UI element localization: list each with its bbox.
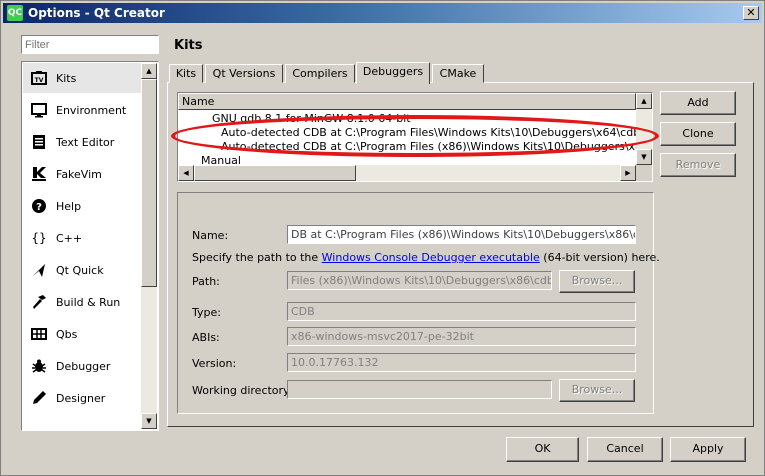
sidebar-item-help[interactable]: ? Help (23, 191, 141, 221)
kits-icon: TV (31, 70, 47, 86)
name-field[interactable]: DB at C:\Program Files (x86)\Windows Kit… (287, 225, 636, 244)
sidebar-item-label: C++ (56, 232, 83, 245)
scrollbar-thumb[interactable] (141, 79, 157, 287)
working-directory-label: Working directory: (192, 384, 293, 397)
type-label: Type: (192, 306, 221, 319)
sidebar-item-designer[interactable]: Designer (23, 383, 141, 413)
sidebar-item-label: Qbs (56, 328, 78, 341)
category-list: TV Kits Environment Text Editor FakeVim … (21, 61, 159, 431)
column-header-name[interactable]: Name (178, 93, 636, 110)
qbs-icon (31, 326, 47, 342)
partially-visible-icon (31, 422, 47, 430)
abis-label: ABIs: (192, 331, 220, 344)
sidebar-item-text-editor[interactable]: Text Editor (23, 127, 141, 157)
tree-row[interactable]: GNU gdb 8.1 for MinGW 8.1.0 64-bit (212, 112, 411, 125)
sidebar-item-environment[interactable]: Environment (23, 95, 141, 125)
help-icon: ? (31, 198, 47, 214)
scroll-right-icon[interactable]: ▶ (620, 165, 636, 181)
working-directory-field[interactable] (287, 380, 552, 399)
path-browse-button[interactable]: Browse... (559, 270, 635, 293)
close-icon[interactable]: ✕ (743, 6, 759, 20)
add-button[interactable]: Add (660, 91, 736, 115)
scroll-corner (636, 165, 652, 181)
qt-quick-icon (31, 262, 47, 278)
sidebar-item-partial[interactable] (23, 415, 141, 430)
sidebar-scrollbar[interactable]: ▲ ▼ (141, 63, 157, 429)
sidebar-item-kits[interactable]: TV Kits (23, 63, 141, 93)
fakevim-icon (31, 166, 47, 182)
apply-button[interactable]: Apply (670, 437, 746, 462)
tree-row[interactable]: Auto-detected CDB at C:\Program Files (x… (221, 140, 652, 153)
filter-input[interactable] (21, 35, 159, 54)
scroll-left-icon[interactable]: ◀ (178, 165, 194, 181)
sidebar-item-label: FakeVim (56, 168, 102, 181)
pen-icon (31, 390, 47, 406)
tab-kits[interactable]: Kits (169, 64, 203, 83)
svg-text:TV: TV (35, 77, 44, 84)
svg-text:?: ? (36, 202, 42, 213)
scrollbar-thumb[interactable] (194, 165, 356, 181)
window-title: Options - Qt Creator (28, 6, 165, 20)
tree-vertical-scrollbar[interactable]: ▲ ▼ (636, 93, 652, 165)
page-title: Kits (174, 38, 203, 53)
sidebar-item-qt-quick[interactable]: Qt Quick (23, 255, 141, 285)
sidebar-item-label: Kits (56, 72, 77, 85)
tree-horizontal-scrollbar[interactable]: ◀ ▶ (178, 165, 636, 181)
title-bar: QC Options - Qt Creator ✕ (3, 3, 762, 23)
sidebar-item-fakevim[interactable]: FakeVim (23, 159, 141, 189)
abis-field: x86-windows-msvc2017-pe-32bit (287, 327, 636, 346)
sidebar-item-label: Build & Run (56, 296, 121, 309)
tree-row[interactable]: Auto-detected CDB at C:\Program Files\Wi… (221, 126, 652, 139)
sidebar-item-debugger[interactable]: Debugger (23, 351, 141, 381)
type-field: CDB (287, 302, 636, 321)
sidebar-item-build-run[interactable]: Build & Run (23, 287, 141, 317)
ok-button[interactable]: OK (506, 437, 579, 462)
scroll-down-icon[interactable]: ▼ (141, 413, 157, 429)
path-label: Path: (192, 275, 220, 288)
version-label: Version: (192, 357, 237, 370)
qt-creator-app-icon: QC (7, 5, 23, 21)
tab-compilers[interactable]: Compilers (285, 64, 355, 83)
sidebar-item-cpp[interactable]: {} C++ (23, 223, 141, 253)
path-hint-prefix: Specify the path to the (192, 251, 319, 264)
scroll-down-icon[interactable]: ▼ (636, 149, 652, 165)
scroll-up-icon[interactable]: ▲ (636, 93, 652, 109)
sidebar-item-label: Debugger (56, 360, 111, 373)
cpp-icon: {} (31, 231, 47, 245)
sidebar-item-label: Text Editor (56, 136, 115, 149)
options-dialog: QC Options - Qt Creator ✕ TV Kits Enviro… (0, 0, 765, 476)
tab-debuggers[interactable]: Debuggers (356, 62, 430, 84)
text-editor-icon (31, 134, 47, 150)
path-field[interactable]: Files (x86)\Windows Kits\10\Debuggers\x8… (287, 271, 552, 290)
sidebar-item-label: Environment (56, 104, 127, 117)
sidebar-item-label: Help (56, 200, 82, 213)
windows-console-debugger-link[interactable]: Windows Console Debugger executable (322, 251, 540, 264)
clone-button[interactable]: Clone (660, 122, 736, 146)
name-label: Name: (192, 229, 229, 242)
cancel-button[interactable]: Cancel (587, 437, 663, 462)
tab-qt-versions[interactable]: Qt Versions (205, 64, 283, 83)
scroll-up-icon[interactable]: ▲ (141, 63, 157, 79)
hammer-icon (31, 294, 47, 310)
tab-cmake[interactable]: CMake (432, 64, 484, 83)
debuggers-tree: Name GNU gdb 8.1 for MinGW 8.1.0 64-bit … (177, 92, 653, 182)
version-field: 10.0.17763.132 (287, 353, 636, 372)
path-hint-suffix: (64-bit version) here. (543, 251, 660, 264)
bug-icon (31, 358, 47, 374)
workdir-browse-button[interactable]: Browse... (559, 379, 635, 402)
remove-button[interactable]: Remove (660, 153, 736, 177)
monitor-icon (31, 102, 47, 118)
path-hint-text: Specify the path to the Windows Console … (192, 251, 660, 264)
sidebar-item-label: Qt Quick (56, 264, 104, 277)
sidebar-item-qbs[interactable]: Qbs (23, 319, 141, 349)
sidebar-item-label: Designer (56, 392, 106, 405)
